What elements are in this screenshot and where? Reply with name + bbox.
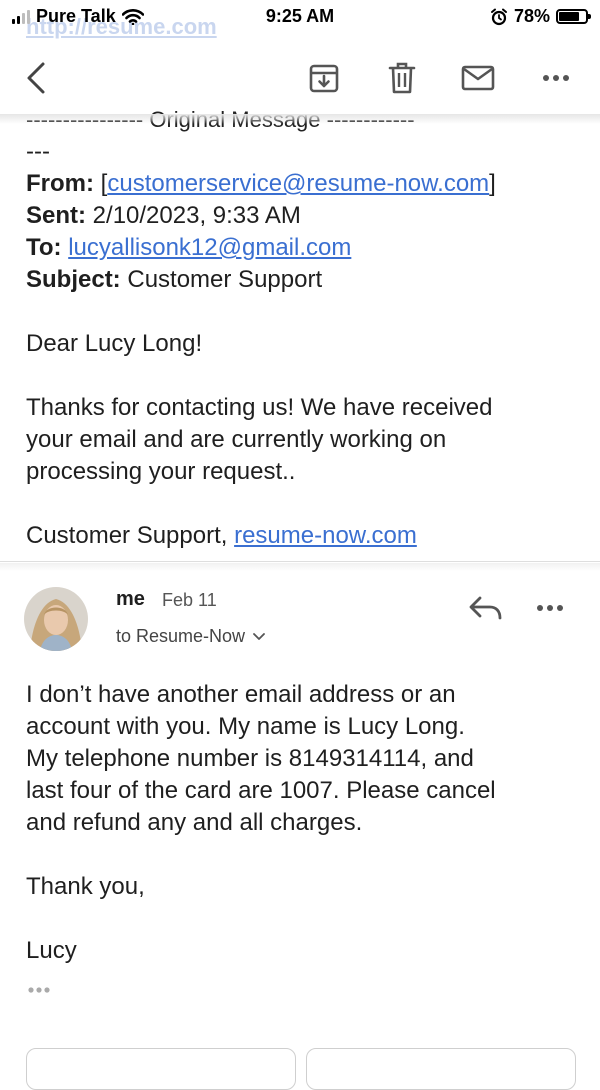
chevron-down-icon <box>253 632 265 640</box>
from-label: From: <box>26 170 94 197</box>
from-bracket-close: ] <box>489 170 496 197</box>
quoted-body-line: your email and are currently working on <box>26 426 447 453</box>
quoted-body: Thanks for contacting us! We have receiv… <box>26 392 576 488</box>
quoted-signature: Customer Support, resume-now.com <box>26 520 576 552</box>
battery-percent: 78% <box>513 6 550 26</box>
to-email-link[interactable]: lucyallisonk12@gmail.com <box>68 234 351 261</box>
quoted-body-line: Thanks for contacting us! We have receiv… <box>26 394 493 421</box>
status-bar: http://resume.com Pure Talk 9:25 AM 78% <box>0 0 600 39</box>
to-label: To: <box>26 234 62 261</box>
divider-continuation: --- <box>26 138 50 165</box>
reply-body-line: My telephone number is 8149314114, and <box>26 745 474 772</box>
to-line: To: lucyallisonk12@gmail.com <box>26 232 576 264</box>
closing-text: Thank you, <box>26 873 145 900</box>
reply-body-line: and refund any and all charges. <box>26 809 363 836</box>
reply-button[interactable] <box>26 1048 296 1090</box>
trash-icon[interactable] <box>382 58 422 98</box>
sent-line: Sent: 2/10/2023, 9:33 AM <box>26 200 576 232</box>
reply-icon[interactable] <box>466 592 506 626</box>
reply-body-line: last four of the card are 1007. Please c… <box>26 777 496 804</box>
greeting-text: Dear Lucy Long! <box>26 330 203 357</box>
subject-line: Subject: Customer Support <box>26 264 576 296</box>
quoted-message: ---------------- Original Message ------… <box>26 104 576 552</box>
from-email-link[interactable]: customerservice@resume-now.com <box>107 170 489 197</box>
signature-link[interactable]: resume-now.com <box>234 522 417 549</box>
forward-button[interactable] <box>306 1048 576 1090</box>
signature-text: Customer Support, <box>26 522 228 549</box>
sent-value: 2/10/2023, 9:33 AM <box>92 202 301 229</box>
recipient-text: to Resume-Now <box>116 626 246 646</box>
status-right: 78% <box>490 6 591 27</box>
more-icon[interactable] <box>536 58 576 98</box>
toolbar-shadow <box>0 114 600 124</box>
reply-body-line: I don’t have another email address or an <box>26 681 456 708</box>
from-line: From: [customerservice@resume-now.com] <box>26 168 576 200</box>
subject-value: Customer Support <box>127 266 323 293</box>
signature-name: Lucy <box>26 937 77 964</box>
message-divider-shadow <box>0 563 600 571</box>
mail-icon[interactable] <box>458 58 498 98</box>
alarm-icon <box>490 8 507 25</box>
quoted-body-line: processing your request.. <box>26 458 296 485</box>
reply-body: I don’t have another email address or an… <box>26 679 576 967</box>
recipient-toggle[interactable]: to Resume-Now <box>116 626 265 647</box>
battery-icon <box>556 9 591 24</box>
sender-name: me <box>116 588 145 610</box>
message-more-icon[interactable] <box>536 596 576 620</box>
reply-body-line: account with you. My name is Lucy Long. <box>26 713 465 740</box>
message-divider <box>0 561 600 562</box>
message-date: Feb 11 <box>162 590 217 610</box>
subject-label: Subject: <box>26 266 121 293</box>
archive-icon[interactable] <box>304 58 344 98</box>
sent-label: Sent: <box>26 202 86 229</box>
show-trimmed-content-icon[interactable] <box>26 982 60 1002</box>
avatar[interactable] <box>24 587 88 651</box>
back-arrow-icon[interactable] <box>16 58 56 98</box>
